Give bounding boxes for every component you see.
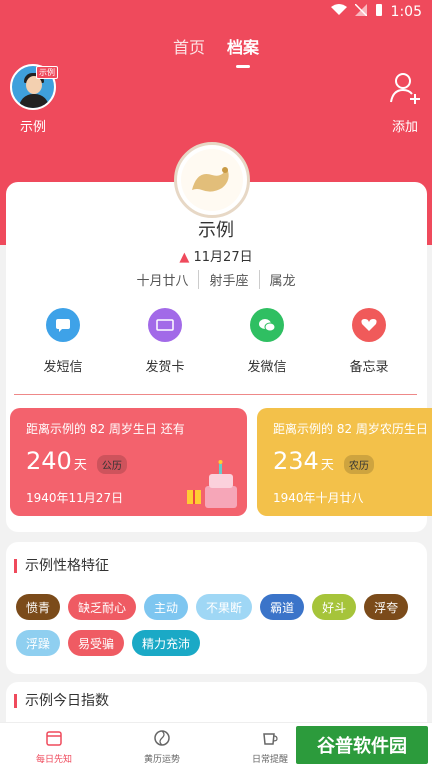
birthday-cake-icon <box>187 460 237 508</box>
send-sms-button[interactable]: 发短信 <box>23 308 103 375</box>
zodiac-animal: 属龙 <box>258 270 306 289</box>
send-wechat-button[interactable]: 发微信 <box>227 308 307 375</box>
profile-meta: 十月廿八 射手座 属龙 <box>0 270 432 289</box>
avatar-badge: 示例 <box>36 66 58 79</box>
nav-daily[interactable]: 每日先知 <box>0 723 108 768</box>
nav-almanac[interactable]: 黄历运势 <box>108 723 216 768</box>
lunar-tag: 农历 <box>343 455 374 474</box>
lunar-date: 十月廿八 <box>136 274 189 289</box>
profile-name: 示例 <box>198 220 234 241</box>
cup-icon <box>263 733 278 745</box>
wifi-icon <box>330 4 347 20</box>
profile-avatar-button[interactable]: 示例 <box>10 64 58 110</box>
divider <box>14 394 417 395</box>
nav-almanac-label: 黄历运势 <box>143 755 180 765</box>
add-user-icon <box>390 73 420 104</box>
send-wechat-label: 发微信 <box>247 360 287 375</box>
send-sms-label: 发短信 <box>43 360 83 375</box>
top-tabs: 首页 档案 <box>0 34 432 58</box>
action-row: 发短信 发贺卡 发微信 备忘录 <box>0 308 432 375</box>
lunar-days-unit: 天 <box>320 458 334 473</box>
trait-chip: 缺乏耐心 <box>68 594 137 620</box>
nav-daily-label: 每日先知 <box>35 755 72 765</box>
signal-off-icon <box>354 3 368 20</box>
trait-chip: 浮夸 <box>364 594 409 620</box>
solar-days: 240 <box>26 447 72 475</box>
greeting-card-icon <box>148 308 182 342</box>
trait-chip: 易受骗 <box>68 630 125 656</box>
dragon-icon <box>181 149 243 211</box>
add-person-button[interactable] <box>388 70 422 104</box>
trait-chip: 浮躁 <box>16 630 61 656</box>
index-title: 示例今日指数 <box>14 694 109 708</box>
trait-chip: 愤青 <box>16 594 61 620</box>
yin-yang-icon <box>154 730 170 746</box>
battery-icon <box>375 3 383 21</box>
birthday-date: 11月27日 <box>193 250 253 265</box>
zodiac-avatar <box>174 142 250 218</box>
memo-button[interactable]: 备忘录 <box>329 308 409 375</box>
lunar-days: 234 <box>273 447 319 475</box>
tab-home[interactable]: 首页 <box>173 34 205 58</box>
memo-label: 备忘录 <box>349 360 389 375</box>
heart-icon <box>352 308 386 342</box>
solar-birthday-card[interactable]: 距离示例的 82 周岁生日 还有 240 天 公历 1940年11月27日 <box>10 408 247 516</box>
status-time: 1:05 <box>390 4 422 20</box>
avatar-name: 示例 <box>19 120 46 135</box>
zodiac-sign: 射手座 <box>198 270 258 289</box>
sms-icon <box>46 308 80 342</box>
trait-chip: 霸道 <box>260 594 305 620</box>
status-bar: 1:05 <box>0 0 432 24</box>
add-label: 添加 <box>391 120 418 135</box>
tab-archive[interactable]: 档案 <box>227 34 259 58</box>
calendar-icon <box>46 731 62 746</box>
wechat-icon <box>250 308 284 342</box>
send-card-button[interactable]: 发贺卡 <box>125 308 205 375</box>
solar-birth-date: 1940年11月27日 <box>26 491 124 505</box>
traits-title: 示例性格特征 <box>14 559 109 573</box>
solar-countdown-text: 距离示例的 82 周岁生日 还有 <box>26 422 185 436</box>
watermark-logo: 谷普软件园 <box>296 726 428 764</box>
trait-chip: 不果断 <box>196 594 253 620</box>
trait-chip: 主动 <box>144 594 189 620</box>
lunar-birthday-card[interactable]: 距离示例的 82 周岁农历生日 234 天 农历 1940年十月廿八 <box>257 408 432 516</box>
traits-list: 愤青 缺乏耐心 主动 不果断 霸道 好斗 浮夸 浮躁 易受骗 精力充沛 <box>16 594 416 656</box>
lunar-countdown-text: 距离示例的 82 周岁农历生日 <box>273 422 428 436</box>
solar-days-unit: 天 <box>73 458 87 473</box>
send-card-label: 发贺卡 <box>145 360 185 375</box>
trait-chip: 精力充沛 <box>132 630 201 656</box>
trait-chip: 好斗 <box>312 594 357 620</box>
profile-birthday: ▲ 11月27日 <box>0 246 432 265</box>
solar-tag: 公历 <box>96 455 127 474</box>
cake-icon: ▲ <box>179 250 190 265</box>
lunar-birth-date: 1940年十月廿八 <box>273 491 364 505</box>
